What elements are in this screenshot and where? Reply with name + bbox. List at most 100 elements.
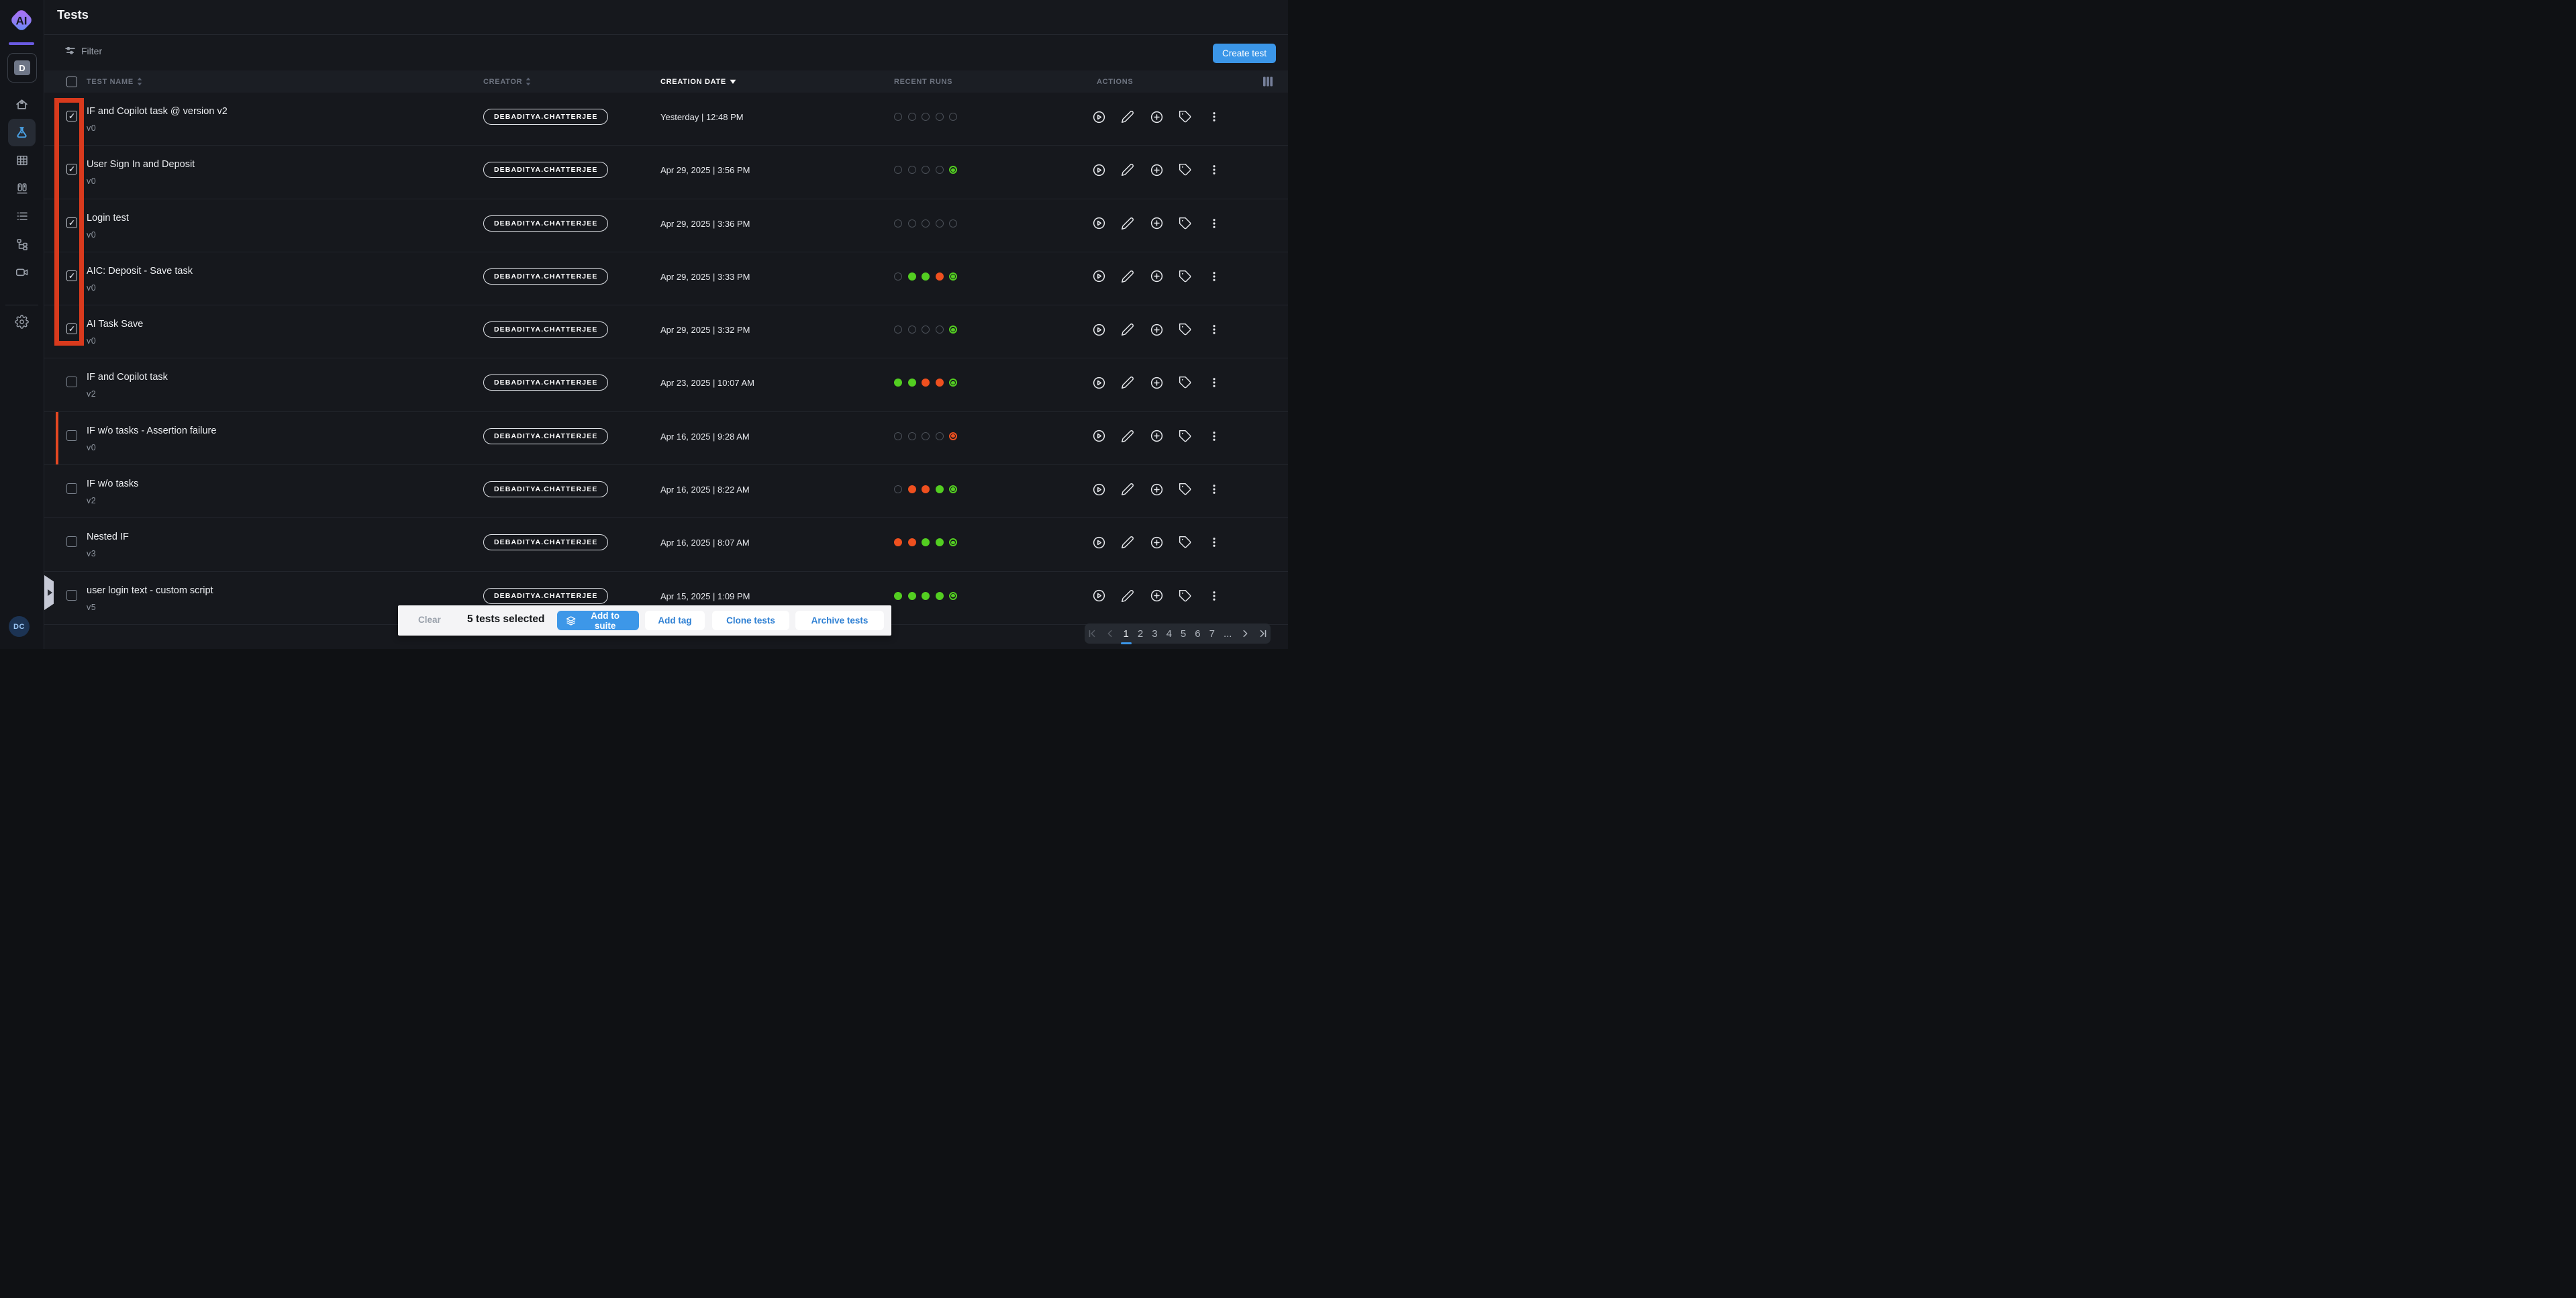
edit-test-button[interactable] [1120,109,1135,124]
edit-test-button[interactable] [1120,162,1135,177]
first-page-button[interactable] [1087,628,1097,640]
row-checkbox[interactable] [66,270,77,281]
clear-selection-button[interactable]: Clear [418,615,441,625]
create-test-button[interactable]: Create test [1213,44,1276,63]
table-row[interactable]: Login test v0 DEBADITYA.CHATTERJEE Apr 2… [44,199,1288,252]
workspace-switcher[interactable]: D [7,53,37,83]
table-row[interactable]: IF and Copilot task v2 DEBADITYA.CHATTER… [44,358,1288,411]
edit-test-button[interactable] [1120,216,1135,231]
sidebar-item-tests[interactable] [8,119,36,146]
run-test-button[interactable] [1091,109,1106,124]
more-options-button[interactable] [1207,109,1222,124]
table-row[interactable]: IF and Copilot task @ version v2 v0 DEBA… [44,93,1288,146]
filter-button[interactable]: Filter [64,45,102,56]
row-checkbox[interactable] [66,217,77,228]
more-options-button[interactable] [1207,375,1222,390]
add-to-suite-button[interactable] [1149,535,1164,550]
test-name[interactable]: IF w/o tasks - Assertion failure [87,426,216,436]
test-name[interactable]: Nested IF [87,532,129,542]
tag-button[interactable] [1178,109,1193,124]
test-name[interactable]: AIC: Deposit - Save task [87,266,193,277]
column-creator[interactable]: CREATOR [483,70,531,93]
run-test-button[interactable] [1091,535,1106,550]
last-page-button[interactable] [1258,628,1269,640]
sidebar-item-settings[interactable] [8,308,36,336]
add-to-suite-button[interactable] [1149,216,1164,231]
archive-tests-button[interactable]: Archive tests [795,611,884,630]
user-avatar[interactable]: DC [9,616,30,637]
table-row[interactable]: User Sign In and Deposit v0 DEBADITYA.CH… [44,146,1288,199]
more-options-button[interactable] [1207,535,1222,550]
add-to-suite-button[interactable] [1149,322,1164,337]
row-checkbox[interactable] [66,590,77,601]
clone-tests-button[interactable]: Clone tests [712,611,789,630]
add-tag-bulk-button[interactable]: Add tag [645,611,705,630]
edit-test-button[interactable] [1120,482,1135,497]
page-button-3[interactable]: 3 [1151,628,1158,640]
sidebar-item-workflows[interactable] [8,230,36,258]
more-options-button[interactable] [1207,162,1222,177]
page-button-7[interactable]: 7 [1209,628,1216,640]
test-name[interactable]: IF and Copilot task [87,372,168,383]
more-options-button[interactable] [1207,589,1222,603]
test-name[interactable]: AI Task Save [87,319,143,330]
more-options-button[interactable] [1207,322,1222,337]
edit-test-button[interactable] [1120,375,1135,390]
column-test-name[interactable]: TEST NAME [87,70,142,93]
table-row[interactable]: AIC: Deposit - Save task v0 DEBADITYA.CH… [44,252,1288,305]
tag-button[interactable] [1178,535,1193,550]
add-to-suite-button[interactable] [1149,269,1164,284]
page-button-5[interactable]: 5 [1180,628,1187,640]
run-test-button[interactable] [1091,322,1106,337]
page-button-4[interactable]: 4 [1166,628,1173,640]
test-name[interactable]: IF and Copilot task @ version v2 [87,106,228,117]
sidebar-item-results-grid[interactable] [8,146,36,174]
edit-test-button[interactable] [1120,269,1135,284]
more-options-button[interactable] [1207,482,1222,497]
page-button-2[interactable]: 2 [1137,628,1144,640]
page-button-1[interactable]: 1 [1123,628,1130,640]
run-test-button[interactable] [1091,429,1106,444]
row-checkbox[interactable] [66,430,77,441]
tag-button[interactable] [1178,429,1193,444]
tag-button[interactable] [1178,375,1193,390]
more-options-button[interactable] [1207,429,1222,444]
test-name[interactable]: user login text - custom script [87,585,213,596]
sidebar-item-suites[interactable] [8,174,36,202]
add-to-suite-button[interactable] [1149,482,1164,497]
run-test-button[interactable] [1091,269,1106,284]
row-checkbox[interactable] [66,377,77,387]
more-options-button[interactable] [1207,269,1222,284]
sidebar-item-runs-list[interactable] [8,202,36,230]
add-to-suite-button[interactable] [1149,375,1164,390]
next-page-button[interactable] [1240,628,1250,640]
run-test-button[interactable] [1091,216,1106,231]
test-name[interactable]: User Sign In and Deposit [87,159,195,170]
sidebar-item-home[interactable] [8,91,36,118]
run-test-button[interactable] [1091,589,1106,603]
tag-button[interactable] [1178,589,1193,603]
run-test-button[interactable] [1091,375,1106,390]
tag-button[interactable] [1178,322,1193,337]
add-to-suite-button[interactable] [1149,589,1164,603]
run-test-button[interactable] [1091,162,1106,177]
table-row[interactable]: Nested IF v3 DEBADITYA.CHATTERJEE Apr 16… [44,518,1288,571]
add-to-suite-button[interactable] [1149,429,1164,444]
tag-button[interactable] [1178,216,1193,231]
column-settings-icon[interactable] [1262,77,1273,87]
edit-test-button[interactable] [1120,322,1135,337]
edit-test-button[interactable] [1120,535,1135,550]
add-to-suite-button[interactable] [1149,109,1164,124]
table-row[interactable]: AI Task Save v0 DEBADITYA.CHATTERJEE Apr… [44,305,1288,358]
select-all-checkbox[interactable] [66,77,77,87]
row-checkbox[interactable] [66,164,77,174]
row-checkbox[interactable] [66,536,77,547]
add-to-suite-button[interactable] [1149,162,1164,177]
tag-button[interactable] [1178,482,1193,497]
table-row[interactable]: IF w/o tasks - Assertion failure v0 DEBA… [44,412,1288,465]
table-row[interactable]: IF w/o tasks v2 DEBADITYA.CHATTERJEE Apr… [44,465,1288,518]
test-name[interactable]: IF w/o tasks [87,479,138,489]
test-name[interactable]: Login test [87,213,129,223]
edit-test-button[interactable] [1120,429,1135,444]
tag-button[interactable] [1178,269,1193,284]
